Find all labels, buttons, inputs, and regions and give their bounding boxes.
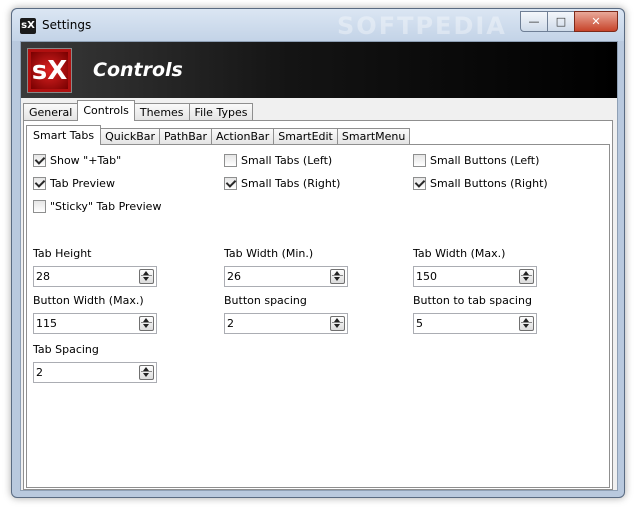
- spin-arrows-icon[interactable]: [519, 269, 534, 284]
- checkbox-label: "Sticky" Tab Preview: [50, 199, 162, 213]
- stepper-value[interactable]: 2: [227, 317, 234, 330]
- checkbox-box[interactable]: [413, 176, 426, 190]
- spin-arrows-icon[interactable]: [139, 269, 154, 284]
- minimize-button[interactable]: —: [520, 11, 548, 32]
- spin-arrows-icon[interactable]: [330, 316, 345, 331]
- button-spacing-stepper[interactable]: 2: [224, 313, 348, 334]
- tab-file-types[interactable]: File Types: [188, 103, 254, 121]
- tab-width-max-label: Tab Width (Max.): [413, 247, 506, 260]
- stepper-value[interactable]: 26: [227, 270, 241, 283]
- tab-actionbar[interactable]: ActionBar: [211, 128, 275, 145]
- small-tabs-right-checkbox[interactable]: Small Tabs (Right): [224, 175, 340, 191]
- spin-arrows-icon[interactable]: [139, 365, 154, 380]
- checkbox-box[interactable]: [224, 153, 237, 167]
- button-to-tab-spacing-stepper[interactable]: 5: [413, 313, 537, 334]
- stepper-value[interactable]: 2: [36, 366, 43, 379]
- checkbox-label: Small Buttons (Left): [430, 153, 540, 167]
- small-buttons-left-checkbox[interactable]: Small Buttons (Left): [413, 152, 539, 168]
- show-plus-tab-checkbox[interactable]: Show "+Tab": [33, 152, 121, 168]
- sx-logo: sX: [27, 48, 72, 93]
- checkbox-label: Show "+Tab": [50, 153, 122, 167]
- tab-smartmenu[interactable]: SmartMenu: [336, 128, 411, 145]
- small-tabs-left-checkbox[interactable]: Small Tabs (Left): [224, 152, 332, 168]
- button-width-max-label: Button Width (Max.): [33, 294, 144, 307]
- tab-smartedit[interactable]: SmartEdit: [273, 128, 338, 145]
- smart-tabs-panel: Show "+Tab" Small Tabs (Left) Small Butt…: [26, 144, 610, 488]
- checkbox-box[interactable]: [33, 153, 46, 167]
- small-buttons-right-checkbox[interactable]: Small Buttons (Right): [413, 175, 548, 191]
- spin-arrows-icon[interactable]: [330, 269, 345, 284]
- checkbox-label: Tab Preview: [50, 176, 115, 190]
- maximize-icon: □: [555, 15, 567, 28]
- tab-themes[interactable]: Themes: [133, 103, 190, 121]
- controls-panel: Smart Tabs QuickBar PathBar ActionBar Sm…: [23, 120, 613, 490]
- stepper-value[interactable]: 5: [416, 317, 423, 330]
- tab-pathbar[interactable]: PathBar: [159, 128, 213, 145]
- client-area: sX Controls General Controls Themes File…: [20, 41, 618, 491]
- settings-window: sX Settings SOFTPEDIA — □ ✕ sX Controls …: [11, 8, 625, 498]
- app-icon: sX: [20, 18, 36, 34]
- button-to-tab-spacing-label: Button to tab spacing: [413, 294, 532, 307]
- button-width-max-stepper[interactable]: 115: [33, 313, 157, 334]
- stepper-value[interactable]: 28: [36, 270, 50, 283]
- tab-height-stepper[interactable]: 28: [33, 266, 157, 287]
- stepper-value[interactable]: 150: [416, 270, 437, 283]
- tab-height-label: Tab Height: [33, 247, 92, 260]
- tab-general[interactable]: General: [23, 103, 79, 121]
- checkbox-label: Small Buttons (Right): [430, 176, 548, 190]
- main-tabs: General Controls Themes File Types: [23, 100, 254, 121]
- spin-arrows-icon[interactable]: [139, 316, 154, 331]
- watermark: SOFTPEDIA: [337, 12, 507, 40]
- button-spacing-label: Button spacing: [224, 294, 307, 307]
- tab-width-min-stepper[interactable]: 26: [224, 266, 348, 287]
- close-icon: ✕: [591, 15, 601, 28]
- tab-spacing-stepper[interactable]: 2: [33, 362, 157, 383]
- stepper-value[interactable]: 115: [36, 317, 57, 330]
- spin-arrows-icon[interactable]: [519, 316, 534, 331]
- tab-preview-checkbox[interactable]: Tab Preview: [33, 175, 115, 191]
- tab-width-min-label: Tab Width (Min.): [224, 247, 314, 260]
- tab-smart-tabs[interactable]: Smart Tabs: [26, 125, 102, 145]
- close-button[interactable]: ✕: [574, 11, 618, 32]
- checkbox-label: Small Tabs (Right): [241, 176, 341, 190]
- page-title: Controls: [93, 59, 183, 81]
- title-bar[interactable]: sX Settings SOFTPEDIA — □ ✕: [12, 9, 624, 41]
- tab-spacing-label: Tab Spacing: [33, 343, 99, 356]
- tab-width-max-stepper[interactable]: 150: [413, 266, 537, 287]
- window-title: Settings: [42, 18, 92, 32]
- sub-tabs: Smart Tabs QuickBar PathBar ActionBar Sm…: [26, 125, 411, 145]
- minimize-icon: —: [528, 15, 540, 28]
- tab-controls[interactable]: Controls: [77, 100, 135, 121]
- sticky-tab-preview-checkbox[interactable]: "Sticky" Tab Preview: [33, 198, 161, 214]
- maximize-button[interactable]: □: [547, 11, 575, 32]
- checkbox-box[interactable]: [33, 199, 46, 213]
- tab-quickbar[interactable]: QuickBar: [100, 128, 161, 145]
- caption-buttons: — □ ✕: [520, 11, 618, 32]
- checkbox-box[interactable]: [33, 176, 46, 190]
- checkbox-box[interactable]: [224, 176, 237, 190]
- header-banner: sX Controls: [21, 42, 617, 98]
- checkbox-box[interactable]: [413, 153, 426, 167]
- checkbox-label: Small Tabs (Left): [241, 153, 333, 167]
